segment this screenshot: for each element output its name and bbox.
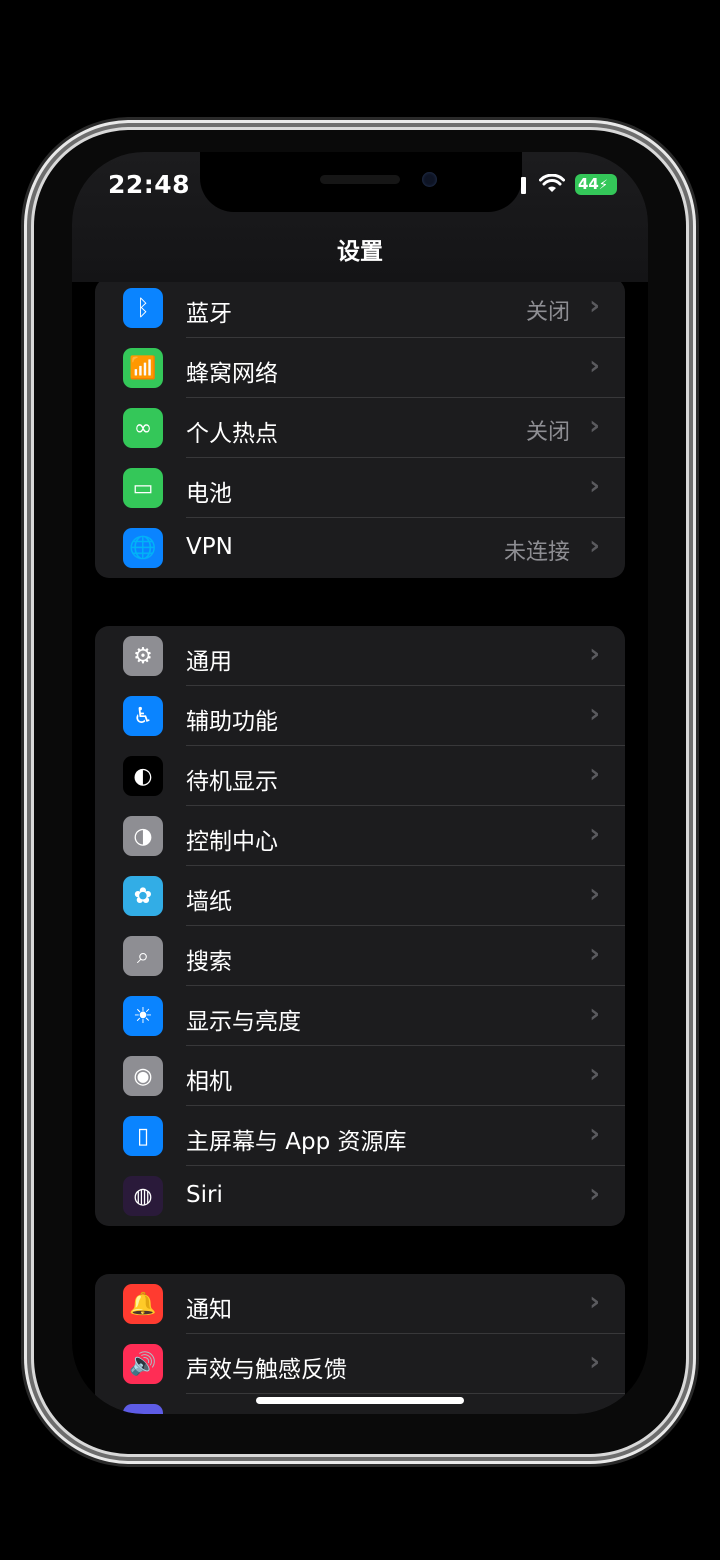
settings-row[interactable]: ▭ 电池 › — [95, 458, 625, 518]
front-camera — [422, 172, 437, 187]
speaker-icon: 🔊 — [123, 1344, 163, 1384]
phone-grid-icon: ▯ — [123, 1116, 163, 1156]
siri-icon: ◍ — [123, 1176, 163, 1216]
chevron-right-icon: › — [589, 531, 600, 561]
settings-row-label: 主屏幕与 App 资源库 — [186, 1129, 407, 1155]
chevron-right-icon: › — [589, 999, 600, 1029]
settings-row[interactable]: 📶 蜂窝网络 › — [95, 338, 625, 398]
settings-row-label: 声效与触感反馈 — [186, 1357, 347, 1383]
toggles-icon: ◑ — [123, 816, 163, 856]
camera-icon: ◉ — [123, 1056, 163, 1096]
globe-icon: 🌐 — [123, 528, 163, 568]
settings-row[interactable]: ♿ 辅助功能 › — [95, 686, 625, 746]
search-icon: ⌕ — [123, 936, 163, 976]
chevron-right-icon: › — [589, 759, 600, 789]
settings-row-label: 显示与亮度 — [186, 1009, 301, 1035]
settings-row[interactable]: ◑ 控制中心 › — [95, 806, 625, 866]
settings-row-label: 个人热点 — [186, 421, 278, 447]
settings-row[interactable]: 🌐 VPN 未连接 › — [95, 518, 625, 578]
settings-row-label: 控制中心 — [186, 829, 278, 855]
settings-row[interactable]: ⌕ 搜索 › — [95, 926, 625, 986]
chevron-right-icon: › — [589, 291, 600, 321]
moon-icon: ☾ — [123, 1404, 163, 1414]
battery-icon: ▭ — [123, 468, 163, 508]
status-bar: 22:48 44⚡ 设置 — [72, 152, 648, 282]
wifi-icon — [539, 174, 565, 192]
settings-row-label: Siri — [186, 1182, 223, 1208]
settings-row-label: 通用 — [186, 649, 232, 675]
chevron-right-icon: › — [589, 1287, 600, 1317]
volume-up-button — [27, 405, 33, 495]
chevron-right-icon: › — [589, 879, 600, 909]
settings-row-label: 相机 — [186, 1069, 232, 1095]
notch — [200, 152, 522, 212]
settings-row-label: 辅助功能 — [186, 709, 278, 735]
volume-down-button — [27, 528, 33, 618]
settings-row-label: 专注模式 — [186, 1410, 278, 1414]
settings-row-label: 待机显示 — [186, 769, 278, 795]
settings-row-label: 电池 — [186, 481, 232, 507]
chevron-right-icon: › — [589, 939, 600, 969]
home-indicator[interactable] — [256, 1397, 464, 1404]
settings-row-label: 搜索 — [186, 949, 232, 975]
earpiece-speaker — [320, 175, 400, 184]
chevron-right-icon: › — [589, 1347, 600, 1377]
signal-icon — [521, 177, 526, 194]
chevron-right-icon: › — [589, 351, 600, 381]
link-icon: ∞ — [123, 408, 163, 448]
bluetooth-icon: ᛒ — [123, 288, 163, 328]
chevron-right-icon: › — [589, 819, 600, 849]
settings-row[interactable]: ◉ 相机 › — [95, 1046, 625, 1106]
settings-row-label: 通知 — [186, 1297, 232, 1323]
settings-row[interactable]: 🔊 声效与触感反馈 › — [95, 1334, 625, 1394]
power-button — [687, 438, 693, 584]
battery-level: 44 — [578, 175, 599, 193]
flower-icon: ✿ — [123, 876, 163, 916]
screen: 22:48 44⚡ 设置 ᛒ 蓝牙 关闭 › 📶 蜂窝网络 › ∞ 个人热点 关闭 › ▭ 电池 › 🌐 VP… — [72, 152, 648, 1414]
settings-row-label: 蓝牙 — [186, 301, 232, 327]
battery-indicator: 44⚡ — [575, 174, 617, 195]
settings-row[interactable]: 🔔 通知 › — [95, 1274, 625, 1334]
settings-row-label: VPN — [186, 534, 233, 560]
settings-row[interactable]: ✿ 墙纸 › — [95, 866, 625, 926]
settings-row[interactable]: ☀ 显示与亮度 › — [95, 986, 625, 1046]
standby-icon: ◐ — [123, 756, 163, 796]
chevron-right-icon: › — [589, 1119, 600, 1149]
chevron-right-icon: › — [589, 471, 600, 501]
chevron-right-icon: › — [589, 1179, 600, 1209]
settings-row-label: 墙纸 — [186, 889, 232, 915]
settings-row[interactable]: ∞ 个人热点 关闭 › — [95, 398, 625, 458]
chevron-right-icon: › — [589, 699, 600, 729]
settings-row[interactable]: ⚙ 通用 › — [95, 626, 625, 686]
charging-bolt-icon: ⚡ — [598, 178, 609, 193]
settings-group-connectivity: ᛒ 蓝牙 关闭 › 📶 蜂窝网络 › ∞ 个人热点 关闭 › ▭ 电池 › 🌐 VPN 未连接 › — [95, 278, 625, 578]
settings-row-label: 蜂窝网络 — [186, 361, 278, 387]
settings-row[interactable]: ◍ Siri › — [95, 1166, 625, 1226]
settings-group-general: ⚙ 通用 › ♿ 辅助功能 › ◐ 待机显示 › ◑ 控制中心 › ✿ 墙纸 › ⌕ 搜索 › ☀ 显示与亮度 › ◉ 相机… — [95, 626, 625, 1226]
settings-row[interactable]: ᛒ 蓝牙 关闭 › — [95, 278, 625, 338]
gear-icon: ⚙ — [123, 636, 163, 676]
chevron-right-icon: › — [589, 1059, 600, 1089]
status-time: 22:48 — [108, 170, 191, 199]
chevron-right-icon: › — [589, 1407, 600, 1414]
chevron-right-icon: › — [589, 639, 600, 669]
settings-group-notifications: 🔔 通知 › 🔊 声效与触感反馈 › ☾ 专注模式 › — [95, 1274, 625, 1414]
settings-row[interactable]: ◐ 待机显示 › — [95, 746, 625, 806]
antenna-icon: 📶 — [123, 348, 163, 388]
accessibility-icon: ♿ — [123, 696, 163, 736]
sun-icon: ☀ — [123, 996, 163, 1036]
settings-row-value: 关闭 — [525, 300, 570, 325]
page-title: 设置 — [337, 239, 383, 265]
settings-row-value: 未连接 — [503, 540, 570, 565]
settings-row[interactable]: ▯ 主屏幕与 App 资源库 › — [95, 1106, 625, 1166]
bell-icon: 🔔 — [123, 1284, 163, 1324]
mute-switch — [27, 310, 33, 356]
chevron-right-icon: › — [589, 411, 600, 441]
settings-row-value: 关闭 — [525, 420, 570, 445]
